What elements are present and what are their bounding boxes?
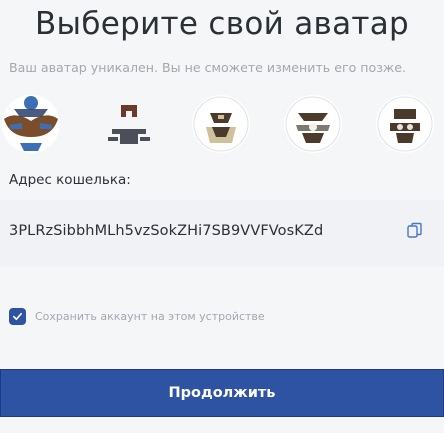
wallet-address-value: 3PLRzSibbhMLh5vzSokZHi7SB9VVFVosKZd xyxy=(9,223,324,239)
avatar-option-2[interactable] xyxy=(100,95,158,153)
wallet-address-label: Адрес кошелька: xyxy=(9,172,131,188)
remember-account-label: Сохранить аккаунт на этом устройстве xyxy=(35,309,265,323)
avatar-option-5[interactable] xyxy=(376,95,434,153)
avatar-option-3[interactable] xyxy=(192,95,250,153)
page-subtitle: Ваш аватар уникален. Вы не сможете измен… xyxy=(9,60,407,75)
avatar-option-1[interactable] xyxy=(2,95,60,153)
remember-account-checkbox[interactable] xyxy=(9,307,26,325)
avatar-picker xyxy=(2,95,442,153)
wallet-address-field: 3PLRzSibbhMLh5vzSokZHi7SB9VVFVosKZd xyxy=(0,200,444,266)
check-icon xyxy=(13,312,22,320)
page-title: Выберите свой аватар xyxy=(34,6,410,42)
remember-account-row: Сохранить аккаунт на этом устройстве xyxy=(9,306,265,326)
avatar-option-4[interactable] xyxy=(284,95,342,153)
copy-icon[interactable] xyxy=(406,222,424,240)
continue-button[interactable]: Продолжить xyxy=(0,369,444,417)
